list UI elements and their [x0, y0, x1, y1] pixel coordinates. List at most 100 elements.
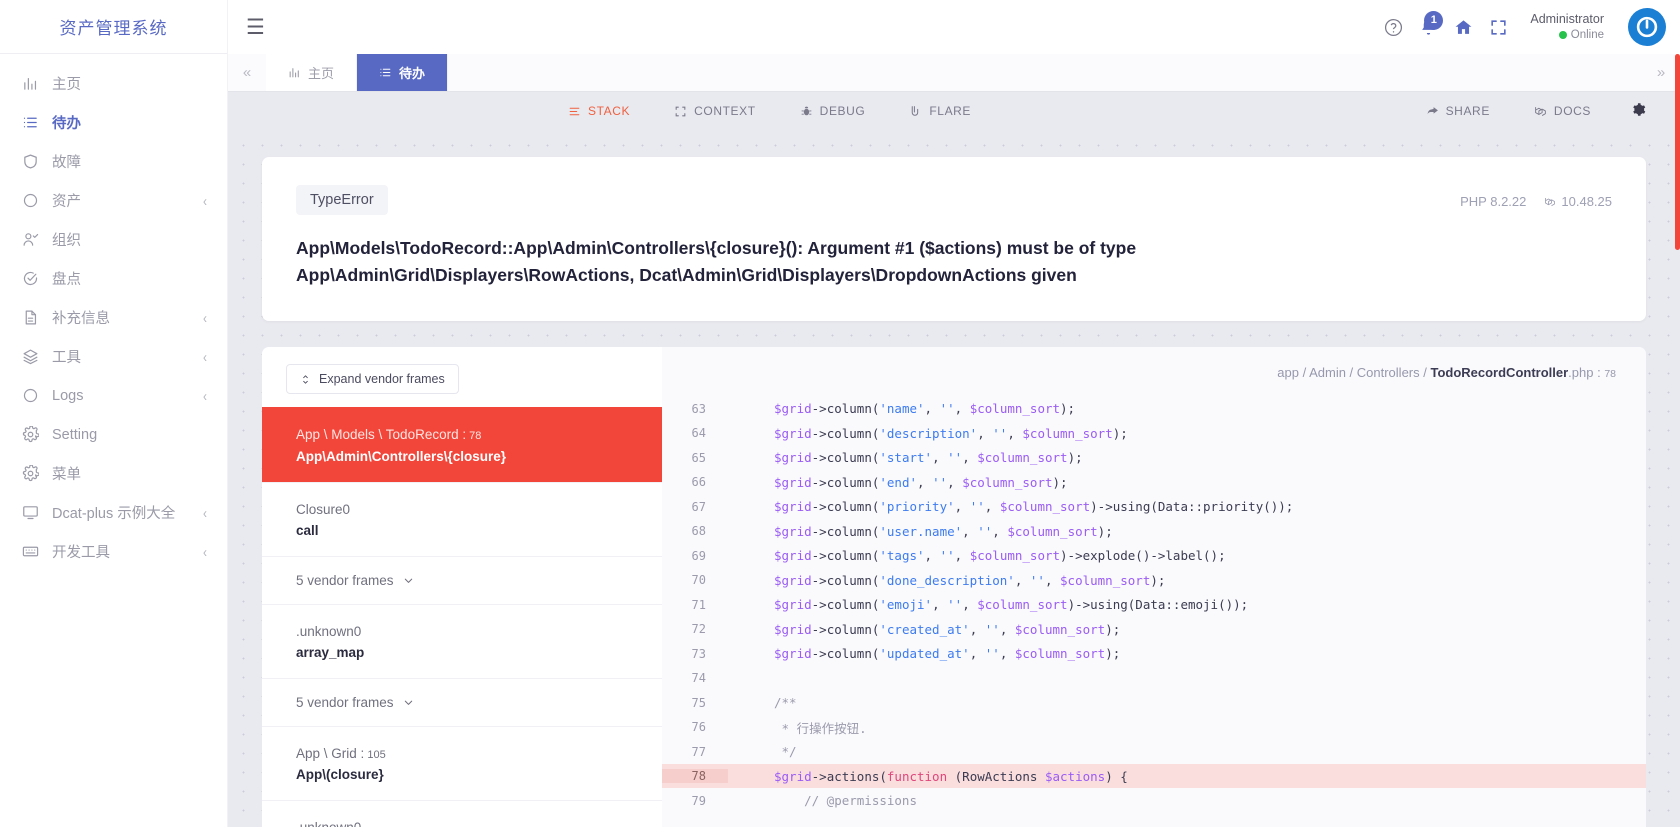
sidebar-item-10[interactable]: 菜单: [0, 454, 227, 493]
code-path-prefix: app / Admin / Controllers /: [1277, 365, 1431, 381]
sidebar-item-5[interactable]: 盘点: [0, 259, 227, 298]
flare-tab-stack[interactable]: STACK: [568, 104, 630, 118]
flare-tab-context[interactable]: CONTEXT: [674, 104, 756, 118]
sidebar-item-12[interactable]: 开发工具 ‹: [0, 532, 227, 571]
code-token: 'emoji': [879, 597, 933, 612]
sidebar-item-4[interactable]: 组织: [0, 220, 227, 259]
page-scrollbar[interactable]: [1675, 54, 1680, 827]
error-card-header: TypeError PHP 8.2.22 10.48.25: [296, 185, 1612, 215]
code-token: ->column(: [811, 597, 880, 612]
code-token: );: [1067, 450, 1083, 465]
stack-frame-location: App \ Models \ TodoRecord : 78: [296, 425, 638, 445]
code-line-source: $grid->actions(function (RowActions $act…: [728, 769, 1128, 784]
sidebar-item-3[interactable]: 资产 ‹: [0, 181, 227, 220]
php-version: PHP 8.2.22: [1460, 194, 1526, 209]
chevron-left-icon[interactable]: ‹: [203, 504, 207, 522]
bar-chart-icon: [22, 75, 52, 92]
code-token: 'description': [879, 425, 978, 441]
chevron-left-icon[interactable]: ‹: [203, 387, 207, 405]
sidebar-nav: 主页 待办 故障资产 ‹ 组织 盘点 补充信息 ‹ 工具 ‹ Logs ‹ Setting 菜单 Dcat-…: [0, 54, 227, 571]
vendor-frames-row[interactable]: 5 vendor frames: [262, 678, 662, 726]
code-line: 74: [662, 666, 1646, 691]
chevron-left-icon[interactable]: ‹: [203, 192, 207, 210]
code-token: ->column(: [811, 646, 880, 661]
sidebar-item-9[interactable]: Setting: [0, 415, 227, 454]
user-name: Administrator: [1530, 12, 1604, 26]
code-token: // @permissions: [774, 793, 917, 808]
gear-icon[interactable]: [1631, 102, 1646, 120]
expand-vendor-frames-button[interactable]: Expand vendor frames: [286, 364, 459, 395]
tab-label: 待办: [399, 66, 426, 81]
sidebar-item-8[interactable]: Logs ‹: [0, 376, 227, 415]
user-info[interactable]: Administrator Online: [1530, 12, 1604, 42]
home-icon[interactable]: [1454, 18, 1473, 37]
code-token: );: [1105, 621, 1121, 637]
sidebar-item-6[interactable]: 补充信息 ‹: [0, 298, 227, 337]
sidebar-item-label: 资产: [52, 194, 81, 210]
code-line-number: 72: [691, 622, 706, 636]
flare-tab-debug[interactable]: DEBUG: [800, 104, 866, 118]
code-token: '': [947, 450, 963, 465]
code-line-number: 75: [691, 695, 706, 710]
tab-1[interactable]: 待办: [357, 54, 449, 91]
code-token: ,: [924, 401, 940, 416]
flare-action-docs[interactable]: DOCS: [1534, 104, 1591, 118]
page-scrollbar-thumb[interactable]: [1675, 54, 1680, 250]
frames-panel-header: Expand vendor frames: [262, 347, 662, 407]
code-line-source: $grid->column('emoji', '', $column_sort)…: [728, 597, 1248, 612]
chevron-left-icon[interactable]: ‹: [203, 348, 207, 366]
code-line-number: 63: [691, 401, 706, 416]
code-token: '': [984, 621, 1000, 637]
tab-0[interactable]: 主页: [266, 54, 358, 91]
chevron-down-icon[interactable]: [403, 697, 414, 708]
sidebar-item-label: 菜单: [52, 467, 81, 483]
sidebar-item-7[interactable]: 工具 ‹: [0, 337, 227, 376]
list-icon: [379, 66, 392, 79]
app-root: 资产管理系统 主页 待办 故障 资产 ‹ 组织 盘点 补充信息 ‹ 工具 ‹ Logs ‹ Setting…: [0, 0, 1680, 827]
hamburger-icon[interactable]: ☰: [246, 17, 265, 38]
chevron-left-icon[interactable]: ‹: [203, 543, 207, 561]
code-line-number: 79: [691, 793, 706, 808]
gear-icon: [22, 426, 52, 443]
code-line-source: $grid->column('priority', '', $column_so…: [728, 499, 1293, 514]
list-icon: [22, 114, 52, 131]
stack-frame-5[interactable]: App \ Grid : 105 App\(closure}: [262, 726, 662, 800]
page-scrollbar-track[interactable]: [1675, 54, 1680, 827]
stack-frame-3[interactable]: .unknown0 array_map: [262, 603, 662, 678]
vendor-frames-label: 5 vendor frames: [296, 695, 394, 710]
code-token: '': [992, 425, 1008, 441]
code-token: ,: [1044, 572, 1061, 588]
fullscreen-icon[interactable]: [1489, 18, 1508, 37]
code-line-number: 77: [691, 744, 706, 759]
sidebar-item-0[interactable]: 主页: [0, 64, 227, 103]
tabs-scroll-left-button[interactable]: «: [228, 54, 266, 91]
vendor-frames-row[interactable]: 5 vendor frames: [262, 555, 662, 604]
code-line: 76 * 行操作按钮.: [662, 715, 1646, 740]
code-token: $column_sort: [1007, 523, 1098, 539]
document-icon: [22, 309, 52, 326]
chevron-left-icon[interactable]: ‹: [203, 309, 207, 327]
monitor-icon: [22, 504, 52, 521]
chevron-down-icon[interactable]: [403, 575, 414, 586]
code-token: $grid: [774, 768, 812, 784]
stack-frame-6[interactable]: .unknown0array_map: [262, 800, 662, 827]
layers-icon: [22, 348, 52, 365]
sidebar-item-1[interactable]: 待办: [0, 103, 227, 142]
sidebar-item-11[interactable]: Dcat-plus 示例大全 ‹: [0, 493, 227, 532]
bell-icon[interactable]: 1: [1419, 10, 1444, 37]
circle-icon: [22, 387, 52, 404]
stack-frame-0[interactable]: App \ Models \ TodoRecord : 78 App\Admin\…: [262, 407, 662, 482]
tab-strip: « 主页 待办 »: [228, 54, 1680, 92]
flare-tab-flare[interactable]: FLARE: [909, 104, 971, 118]
flare-action-share[interactable]: SHARE: [1426, 104, 1490, 118]
flare-tabs: STACK CONTEXT DEBUG FLARE: [568, 104, 1015, 118]
avatar[interactable]: [1628, 8, 1666, 46]
code-file-path: app / Admin / Controllers / TodoRecordCo…: [662, 347, 1646, 396]
stack-frame-1[interactable]: Closure0 call: [262, 481, 662, 556]
code-line: 77 */: [662, 739, 1646, 764]
code-token: ,: [947, 474, 963, 490]
gear-icon: [22, 465, 52, 482]
code-line-source: // @permissions: [728, 793, 917, 808]
sidebar-item-2[interactable]: 故障: [0, 142, 227, 181]
help-circle-icon[interactable]: [1384, 18, 1403, 37]
